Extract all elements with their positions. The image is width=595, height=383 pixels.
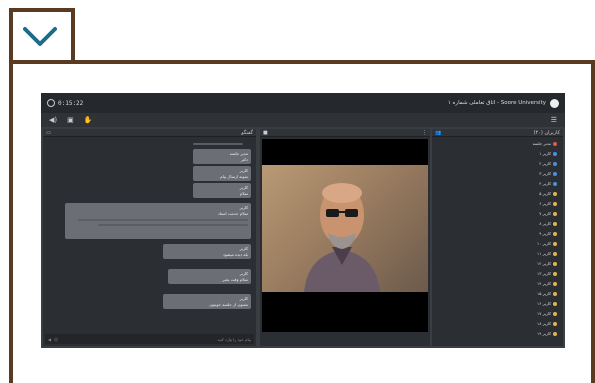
user-item[interactable]: کاربر ۱۱: [537, 251, 557, 256]
users-title: کاربران (۴۰): [533, 129, 560, 136]
user-item[interactable]: کاربر ۱: [539, 151, 557, 156]
session-title: اتاق تعاملی شماره ۱ - Soore University: [447, 98, 559, 108]
user-item[interactable]: کاربر ۱۹: [537, 331, 557, 336]
message-text: سلام: [239, 190, 248, 196]
user-item[interactable]: مدیر جلسه: [533, 141, 557, 146]
chat-message: کاربر سلام وقت بخیر: [168, 269, 251, 285]
speaker-person-image: [304, 183, 380, 292]
collapse-toggle[interactable]: [9, 8, 75, 64]
more-icon[interactable]: ⋮: [422, 130, 427, 136]
user-item[interactable]: کاربر ۶: [539, 201, 557, 206]
user-item[interactable]: کاربر ۳: [539, 171, 557, 176]
user-item[interactable]: کاربر ۱۵: [537, 291, 557, 296]
top-bar: 0:15:22 اتاق تعاملی شماره ۱ - Soore Univ…: [41, 93, 565, 113]
users-panel: 👥 کاربران (۴۰) مدیر جلسه کاربر ۱ کاربر ۲…: [432, 129, 563, 346]
chat-message: مدیر جلسه دکتر: [193, 149, 251, 165]
user-item[interactable]: کاربر ۱۰: [537, 241, 557, 246]
screen-share-icon[interactable]: ▣: [67, 116, 74, 124]
chat-message: کاربر بله دیده میشود: [163, 244, 251, 260]
menu-icon[interactable]: ☰: [551, 116, 557, 124]
chat-title: گفتگو: [241, 129, 253, 136]
speaker-video: [262, 165, 428, 292]
user-item[interactable]: کاربر ۹: [539, 231, 557, 236]
hand-icon[interactable]: ✋: [84, 116, 93, 124]
chat-input-bar[interactable]: ◀ ☺ پیام خود را وارد کنید: [45, 334, 254, 344]
message-text: سلام وقت بخیر: [222, 276, 248, 282]
timer-text: 0:15:22: [58, 99, 84, 107]
user-item[interactable]: کاربر ۱۲: [537, 261, 557, 266]
users-icon: 👥: [435, 129, 442, 136]
message-text: بله دیده میشود: [223, 251, 248, 257]
message-text: سلام خدمت استاد: [217, 210, 248, 216]
message-text: ممنون از جلسه خوبتون: [209, 301, 248, 307]
user-item[interactable]: کاربر ۱۳: [537, 271, 557, 276]
user-item[interactable]: کاربر ۱۷: [537, 311, 557, 316]
camera-icon: ■: [263, 129, 268, 136]
chat-message: کاربر سلام خدمت استاد: [65, 203, 251, 239]
chat-message: کاربر ممنون از جلسه خوبتون: [163, 294, 251, 310]
user-item[interactable]: کاربر ۱۸: [537, 321, 557, 326]
send-icon[interactable]: ◀: [48, 337, 51, 342]
video-panel: ■ ⋮: [260, 129, 430, 346]
user-item[interactable]: کاربر ۸: [539, 221, 557, 226]
user-item[interactable]: کاربر ۷: [539, 211, 557, 216]
session-timer: 0:15:22: [47, 99, 83, 107]
chat-message: کاربر نمونه ارسال پیام: [193, 166, 251, 182]
user-item[interactable]: کاربر ۱۴: [537, 281, 557, 286]
chat-icon: ▭: [46, 129, 51, 136]
message-text: نمونه ارسال پیام: [220, 173, 248, 179]
chevron-down-icon[interactable]: [21, 22, 59, 52]
user-item[interactable]: کاربر ۱۶: [537, 301, 557, 306]
video-header: ■ ⋮: [260, 129, 430, 137]
app-screenshot: 0:15:22 اتاق تعاملی شماره ۱ - Soore Univ…: [41, 93, 565, 348]
chat-input[interactable]: پیام خود را وارد کنید: [61, 337, 251, 342]
emoji-icon[interactable]: ☺: [54, 337, 58, 342]
content-frame: 0:15:22 اتاق تعاملی شماره ۱ - Soore Univ…: [9, 60, 595, 383]
message-text: دکتر: [240, 156, 248, 162]
clock-icon: [47, 99, 55, 107]
chat-header: ▭ گفتگو: [43, 129, 256, 137]
user-item[interactable]: کاربر ۵: [539, 191, 557, 196]
logo-icon: [550, 98, 559, 108]
users-header: 👥 کاربران (۴۰): [432, 129, 563, 137]
speaker-icon[interactable]: ◀): [49, 116, 57, 124]
toolbar: ◀) ▣ ✋ ☰: [41, 113, 565, 127]
user-item[interactable]: کاربر ۴: [539, 181, 557, 186]
chat-message: کاربر سلام: [193, 183, 251, 199]
video-area: [262, 139, 428, 332]
chat-panel: ▭ گفتگو مدیر جلسه دکتر کاربر نمونه ارسال…: [43, 129, 256, 346]
title-text: اتاق تعاملی شماره ۱ - Soore University: [447, 100, 546, 106]
user-item[interactable]: کاربر ۲: [539, 161, 557, 166]
